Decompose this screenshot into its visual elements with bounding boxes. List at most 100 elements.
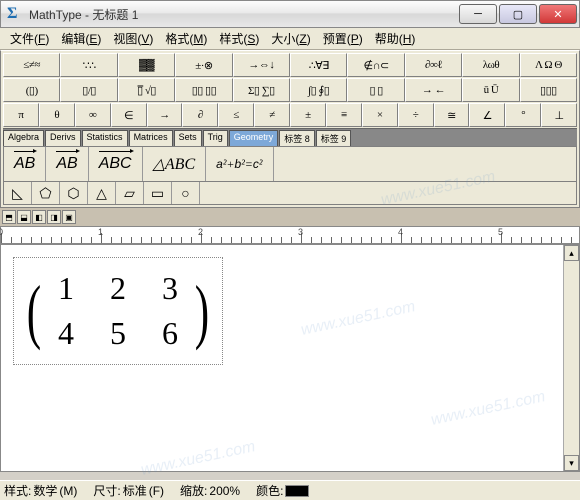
template-tabs: AlgebraDerivsStatisticsMatricesSetsTrigG… [3, 128, 577, 146]
symbol-cell[interactable]: ÷ [398, 103, 434, 127]
symbol-cell[interactable]: ≡ [326, 103, 362, 127]
scroll-up-button[interactable]: ▴ [564, 245, 579, 261]
vertical-scrollbar[interactable]: ▴ ▾ [563, 245, 579, 471]
symbol-cell[interactable]: ▓▓ [118, 53, 175, 77]
status-style[interactable]: 样式: 数学 (M) [4, 482, 77, 499]
symbol-cell[interactable]: ∂ [182, 103, 218, 127]
right-paren-icon: ) [195, 279, 209, 344]
left-paren-icon: ( [27, 279, 41, 344]
symbol-cell[interactable]: ∵∴ [60, 53, 117, 77]
symbol-cell[interactable]: →⇔↓ [233, 53, 290, 77]
menu-p[interactable]: 预置(P) [317, 28, 369, 49]
symbol-cell[interactable]: ∂∞ℓ [405, 53, 462, 77]
template-button[interactable]: △ABC [143, 147, 207, 181]
template-button[interactable]: ABC [89, 147, 143, 181]
matrix-cell[interactable]: 1 [58, 270, 74, 307]
minimize-button[interactable]: ─ [459, 4, 497, 24]
symbol-cell[interactable]: ≅ [434, 103, 470, 127]
extra-btn[interactable]: ▣ [62, 210, 76, 224]
shape-button[interactable]: ⬠ [32, 182, 60, 204]
symbol-cell[interactable]: (▯) [3, 78, 60, 102]
extra-btn[interactable]: ⬓ [17, 210, 31, 224]
matrix-cell[interactable]: 2 [110, 270, 126, 307]
symbol-cell[interactable]: θ [39, 103, 75, 127]
shape-button[interactable]: ▭ [144, 182, 172, 204]
shape-button[interactable]: ⬡ [60, 182, 88, 204]
symbol-cell[interactable]: ° [505, 103, 541, 127]
statusbar: 样式: 数学 (M) 尺寸: 标准 (F) 缩放: 200% 颜色: [0, 480, 580, 500]
matrix-cell[interactable]: 3 [162, 270, 178, 307]
matrix-cell[interactable]: 6 [162, 315, 178, 352]
symbol-cell[interactable]: ▯ ▯ [347, 78, 404, 102]
tab-标签 8[interactable]: 标签 8 [279, 130, 315, 146]
tab-matrices[interactable]: Matrices [129, 130, 173, 146]
maximize-button[interactable]: ▢ [499, 4, 537, 24]
symbol-cell[interactable]: ▯▯▯ [520, 78, 577, 102]
menu-v[interactable]: 视图(V) [107, 28, 159, 49]
tab-sets[interactable]: Sets [174, 130, 202, 146]
menu-s[interactable]: 样式(S) [213, 28, 265, 49]
tab-derivs[interactable]: Derivs [45, 130, 81, 146]
symbol-cell[interactable]: × [362, 103, 398, 127]
symbol-cell[interactable]: ±·⊗ [175, 53, 232, 77]
shape-button[interactable]: ◺ [4, 182, 32, 204]
symbol-cell[interactable]: Λ Ω Θ [520, 53, 577, 77]
symbol-cell[interactable]: ∈ [111, 103, 147, 127]
extra-btn[interactable]: ◧ [32, 210, 46, 224]
extra-toolbar: ⬒ ⬓ ◧ ◨ ▣ [0, 208, 580, 226]
app-icon: Σ [7, 5, 25, 23]
template-row: ABABABC△ABCa²+b²=c² [3, 146, 577, 182]
menubar: 文件(F)编辑(E)视图(V)格式(M)样式(S)大小(Z)预置(P)帮助(H) [0, 28, 580, 50]
ruler: 012345 [0, 226, 580, 244]
symbol-cell[interactable]: ≤ [218, 103, 254, 127]
symbol-cell[interactable]: ≠ [254, 103, 290, 127]
extra-btn[interactable]: ⬒ [2, 210, 16, 224]
matrix-cell[interactable]: 4 [58, 315, 74, 352]
shape-button[interactable]: △ [88, 182, 116, 204]
shape-button[interactable]: ○ [172, 182, 200, 204]
symbol-cell[interactable]: ∴∀∃ [290, 53, 347, 77]
status-zoom[interactable]: 缩放: 200% [180, 482, 240, 499]
scroll-down-button[interactable]: ▾ [564, 455, 579, 471]
equation-editor[interactable]: ( 123 456 ) ▴ ▾ [0, 244, 580, 472]
status-size[interactable]: 尺寸: 标准 (F) [93, 482, 164, 499]
symbol-cell[interactable]: ▯̅ √▯ [118, 78, 175, 102]
menu-m[interactable]: 格式(M) [159, 28, 213, 49]
tab-标签 9[interactable]: 标签 9 [316, 130, 352, 146]
symbol-cell[interactable]: Σ▯ ∑▯ [233, 78, 290, 102]
tab-statistics[interactable]: Statistics [82, 130, 128, 146]
template-button[interactable]: a²+b²=c² [206, 147, 273, 181]
symbol-cell[interactable]: ▯/▯ [60, 78, 117, 102]
menu-f[interactable]: 文件(F) [4, 28, 55, 49]
status-color[interactable]: 颜色: [256, 482, 309, 499]
symbol-cell[interactable]: ∞ [75, 103, 111, 127]
tab-algebra[interactable]: Algebra [3, 130, 44, 146]
symbol-palette: ≤≠≈∵∴▓▓±·⊗→⇔↓∴∀∃∉∩⊂∂∞ℓλωθΛ Ω Θ (▯)▯/▯▯̅ … [0, 50, 580, 208]
menu-h[interactable]: 帮助(H) [369, 28, 422, 49]
symbol-cell[interactable]: ± [290, 103, 326, 127]
menu-e[interactable]: 编辑(E) [55, 28, 107, 49]
symbol-cell[interactable]: → ← [405, 78, 462, 102]
titlebar: Σ MathType - 无标题 1 ─ ▢ ✕ [0, 0, 580, 28]
shape-button[interactable]: ▱ [116, 182, 144, 204]
symbol-cell[interactable]: ∫▯ ∮▯ [290, 78, 347, 102]
tab-geometry[interactable]: Geometry [229, 130, 279, 146]
shape-row: ◺⬠⬡△▱▭○ [3, 182, 577, 205]
symbol-cell[interactable]: ū Ū [462, 78, 519, 102]
tab-trig[interactable]: Trig [203, 130, 228, 146]
symbol-cell[interactable]: ▯▯ ▯▯ [175, 78, 232, 102]
symbol-cell[interactable]: π [3, 103, 39, 127]
symbol-cell[interactable]: ⊥ [541, 103, 577, 127]
symbol-cell[interactable]: → [147, 103, 183, 127]
close-button[interactable]: ✕ [539, 4, 577, 24]
extra-btn[interactable]: ◨ [47, 210, 61, 224]
menu-z[interactable]: 大小(Z) [265, 28, 316, 49]
equation-selection[interactable]: ( 123 456 ) [13, 257, 223, 365]
symbol-cell[interactable]: ∉∩⊂ [347, 53, 404, 77]
template-button[interactable]: AB [4, 147, 46, 181]
symbol-cell[interactable]: ∠ [469, 103, 505, 127]
matrix-cell[interactable]: 5 [110, 315, 126, 352]
symbol-cell[interactable]: λωθ [462, 53, 519, 77]
template-button[interactable]: AB [46, 147, 88, 181]
symbol-cell[interactable]: ≤≠≈ [3, 53, 60, 77]
